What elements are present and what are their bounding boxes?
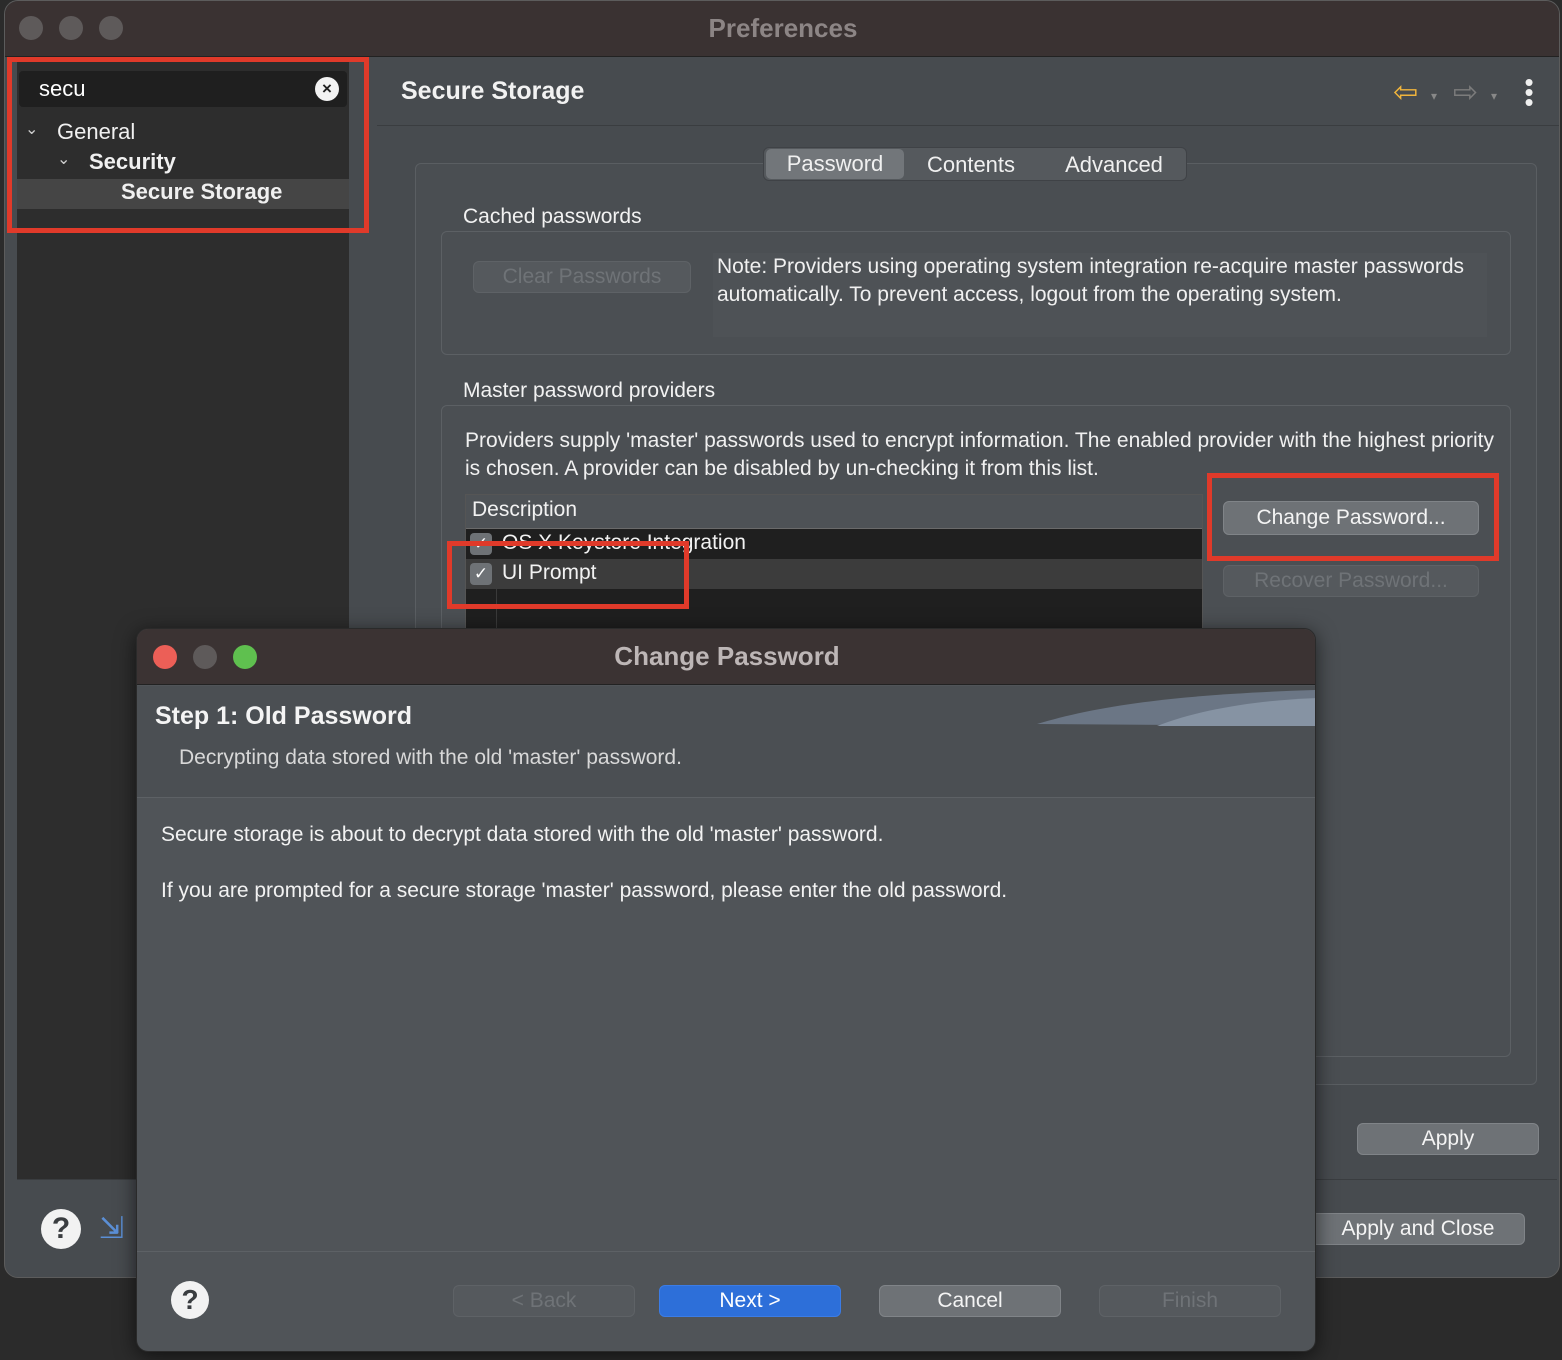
page-title: Secure Storage: [401, 77, 585, 105]
dialog-message-1: Secure storage is about to decrypt data …: [161, 823, 884, 846]
tab-advanced[interactable]: Advanced: [1046, 148, 1182, 182]
help-icon[interactable]: ?: [171, 1281, 209, 1319]
header-divider: [377, 125, 1559, 126]
apply-and-close-button[interactable]: Apply and Close: [1311, 1213, 1525, 1245]
highlight-box-ui-prompt: [447, 541, 689, 609]
wizard-header: Step 1: Old Password Decrypting data sto…: [137, 686, 1315, 798]
dialog-message-2: If you are prompted for a secure storage…: [161, 879, 1008, 902]
column-header-description: Description: [472, 498, 578, 521]
wizard-banner-graphic: [1037, 690, 1315, 726]
table-header[interactable]: Description: [466, 495, 1202, 529]
apply-button[interactable]: Apply: [1357, 1123, 1539, 1155]
dialog-title: Change Password: [614, 641, 840, 671]
finish-button[interactable]: Finish: [1099, 1285, 1281, 1317]
tab-contents[interactable]: Contents: [910, 148, 1032, 182]
providers-label: Master password providers: [463, 379, 716, 402]
caret-down-icon[interactable]: ▾: [1431, 89, 1437, 103]
next-button[interactable]: Next >: [659, 1285, 841, 1317]
tab-password[interactable]: Password: [766, 149, 904, 179]
highlight-box-change-password: [1207, 473, 1499, 561]
dialog-titlebar: Change Password: [137, 629, 1315, 685]
back-button[interactable]: < Back: [453, 1285, 635, 1317]
tab-bar: Password Contents Advanced: [763, 147, 1187, 181]
back-arrow-icon[interactable]: ⇦: [1393, 75, 1418, 110]
cancel-button[interactable]: Cancel: [879, 1285, 1061, 1317]
caret-down-icon[interactable]: ▾: [1491, 89, 1497, 103]
recover-password-button[interactable]: Recover Password...: [1223, 565, 1479, 597]
cached-passwords-label: Cached passwords: [463, 205, 642, 228]
change-password-dialog: Change Password Step 1: Old Password Dec…: [136, 628, 1316, 1352]
help-icon[interactable]: ?: [41, 1209, 81, 1249]
import-icon[interactable]: ⇲: [99, 1211, 124, 1246]
forward-arrow-icon[interactable]: ⇨: [1453, 75, 1478, 110]
wizard-step-title: Step 1: Old Password: [155, 702, 413, 730]
window-title: Preferences: [708, 13, 858, 43]
highlight-box-tree: [7, 57, 369, 233]
dialog-footer-divider: [137, 1251, 1315, 1252]
wizard-step-description: Decrypting data stored with the old 'mas…: [179, 746, 682, 769]
cached-note-text: Note: Providers using operating system i…: [717, 255, 1465, 306]
preferences-titlebar: Preferences: [5, 1, 1559, 57]
view-menu-icon[interactable]: • • •: [1523, 69, 1535, 115]
clear-passwords-button[interactable]: Clear Passwords: [473, 261, 691, 293]
